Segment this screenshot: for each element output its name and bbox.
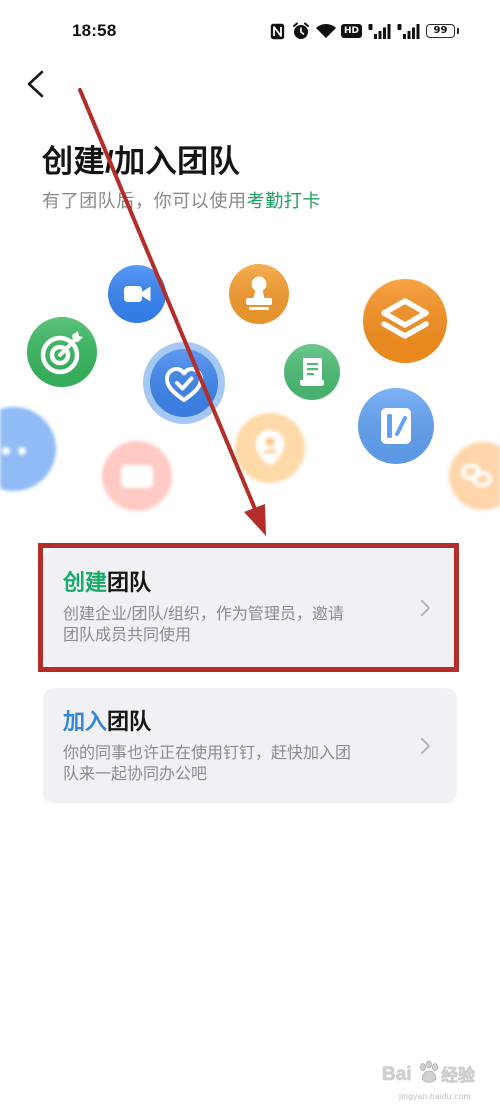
option-title-accent: 创建 — [63, 570, 108, 595]
chevron-left-icon — [27, 70, 44, 98]
create-team-option[interactable]: 创建团队 创建企业/团队/组织，作为管理员，邀请团队成员共同使用 — [43, 549, 457, 667]
join-team-option[interactable]: 加入团队 你的同事也许正在使用钉钉，赶快加入团队来一起协同办公吧 — [43, 688, 457, 803]
layers-icon — [363, 279, 447, 363]
link-icon — [449, 442, 500, 510]
watermark-product: 经验 — [441, 1066, 475, 1085]
option-title-rest: 团队 — [107, 709, 152, 734]
alarm-icon — [293, 22, 309, 39]
status-time: 18:58 — [72, 21, 117, 40]
signal-icon — [368, 24, 391, 39]
subtitle-highlight-link[interactable]: 考勤打卡 — [247, 191, 321, 211]
option-title-accent: 加入 — [63, 709, 108, 734]
battery-icon: 99 — [426, 24, 455, 38]
location-icon — [235, 413, 305, 483]
page-subtitle: 有了团队后，你可以使用考勤打卡 — [42, 189, 321, 213]
option-title: 创建团队 — [63, 570, 457, 596]
chevron-right-icon — [421, 737, 430, 754]
watermark-brand: Bai — [382, 1064, 412, 1085]
signal-icon — [397, 24, 420, 39]
video-camera-icon — [108, 265, 166, 323]
option-title: 加入团队 — [63, 709, 457, 735]
stamp-icon — [229, 264, 289, 324]
wifi-icon — [316, 24, 336, 38]
battery-nub — [457, 28, 459, 34]
page-title: 创建/加入团队 — [42, 144, 241, 179]
heart-check-icon — [143, 342, 225, 424]
hd-icon: HD — [341, 24, 362, 38]
subtitle-text: 有了团队后，你可以使用 — [42, 191, 247, 211]
status-bar: 18:58 HD 99 — [0, 0, 500, 60]
target-icon — [27, 317, 97, 387]
document-icon — [284, 344, 340, 400]
chevron-right-icon — [421, 600, 430, 616]
option-title-rest: 团队 — [107, 570, 152, 595]
option-description: 你的同事也许正在使用钉钉，赶快加入团队来一起协同办公吧 — [63, 745, 352, 783]
feature-illustration — [0, 250, 500, 520]
chat-icon — [0, 407, 56, 491]
nfc-icon — [270, 23, 285, 40]
watermark-url: jingyan.baidu.com — [399, 1091, 471, 1101]
option-description: 创建企业/团队/组织，作为管理员，邀请团队成员共同使用 — [63, 606, 344, 644]
notebook-icon — [358, 388, 434, 464]
paw-icon — [420, 1060, 438, 1083]
back-button[interactable] — [18, 62, 52, 106]
card-icon — [102, 441, 172, 511]
